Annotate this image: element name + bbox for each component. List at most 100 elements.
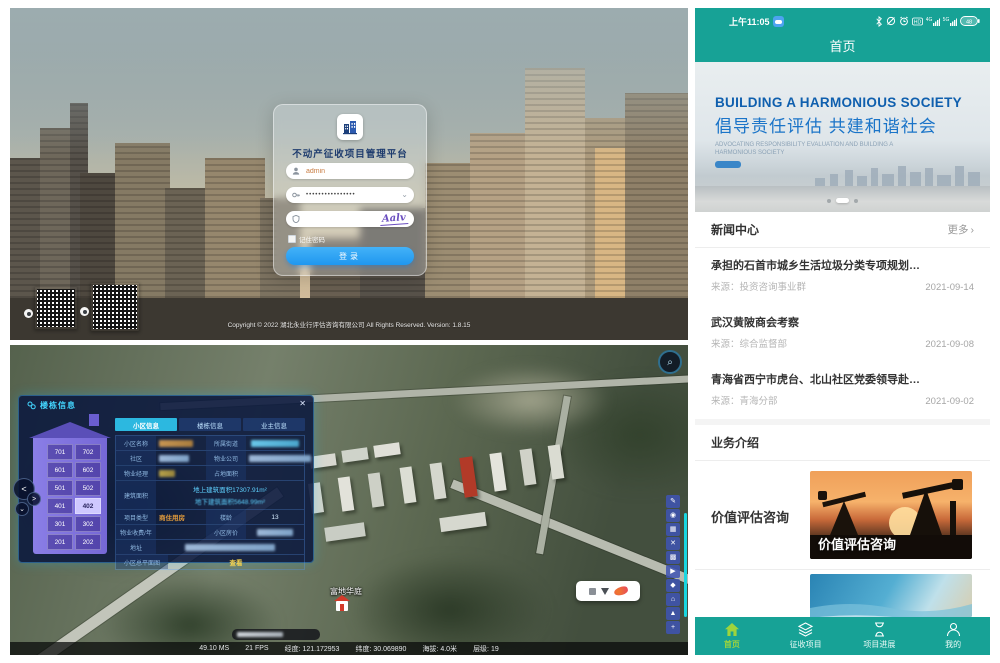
unit-cell[interactable]: 302 (75, 516, 101, 532)
tab-project-progress[interactable]: 项目进展 (843, 617, 917, 655)
field-label: 所属街道 (206, 436, 246, 450)
toolbar-locate-icon[interactable]: ◉ (666, 509, 680, 522)
unit-cell[interactable]: 701 (47, 444, 73, 460)
rotate-right-button[interactable]: > (27, 492, 41, 506)
status-zoom-level: 层级: 19 (473, 644, 499, 654)
rotate-down-button[interactable]: ⌄ (15, 502, 29, 516)
news-item[interactable]: 青海省西宁市虎台、北山社区党委领导赴… 来源：青海分部 2021-09-02 (695, 362, 990, 420)
unit-cell[interactable]: 602 (75, 462, 101, 478)
android-icon (24, 309, 33, 318)
toolbar-clear-icon[interactable]: ✕ (666, 537, 680, 550)
user-icon (292, 167, 300, 175)
news-item[interactable]: 武汉黄陂商会考察 来源：综合监督部 2021-09-08 (695, 305, 990, 363)
house-marker-icon[interactable] (336, 601, 348, 611)
password-field-wrap: ⌄ (286, 187, 414, 203)
tab-building-info[interactable]: 楼栋信息 (179, 418, 241, 431)
map-building-block (430, 462, 447, 499)
carousel-dot[interactable] (827, 199, 831, 203)
tab-expropriation-projects[interactable]: 征收项目 (769, 617, 843, 655)
toolbar-home-icon[interactable]: ⌂ (666, 593, 680, 606)
info-table: 小区名称 所属街道 社区 物业公司 物业经理 占地面积 (115, 435, 305, 570)
news-date: 2021-09-14 (925, 282, 974, 293)
toolbar-grid-icon[interactable]: ▩ (666, 551, 680, 564)
toolbar-zoom-in-icon[interactable]: + (666, 621, 680, 634)
captcha-image[interactable]: Aalv (380, 213, 409, 226)
unit-cell[interactable]: 201 (47, 534, 73, 550)
carousel-dot[interactable] (854, 199, 858, 203)
field-label: 占地面积 (206, 466, 246, 480)
status-fps: 21 FPS (245, 645, 268, 652)
battery-icon: 48 (960, 16, 980, 26)
info-tabs: 小区信息 楼栋信息 业主信息 (115, 418, 305, 431)
login-button[interactable]: 登录 (286, 247, 414, 265)
unit-cell-selected[interactable]: 402 (75, 498, 101, 514)
login-card: 不动产征收项目管理平台 ⌄ Aalv (273, 104, 427, 276)
mobile-app: 上午11:05 HD (695, 8, 990, 655)
remember-checkbox[interactable] (288, 235, 296, 243)
unit-cell[interactable]: 501 (47, 480, 73, 496)
carousel-dot-active[interactable] (836, 198, 849, 203)
field-value-redacted (246, 525, 304, 539)
toolbar-fly-icon[interactable]: ▶ (666, 565, 680, 578)
business-item[interactable]: 价值评估咨询 价值评估咨询 (695, 461, 990, 570)
banner-subheading: ADVOCATING RESPONSIBILITY EVALUATION AND… (715, 141, 925, 157)
page-title: 首页 (695, 36, 990, 55)
map-3d-view[interactable]: ⌕ ✎ ◉ ▦ ✕ ▩ ▶ ◆ ⌂ ▲ + 楼栋信息 ✕ (10, 345, 688, 655)
field-value-redacted (156, 466, 206, 480)
captcha-input[interactable] (304, 215, 380, 224)
toolbar-layers-icon[interactable]: ▦ (666, 523, 680, 536)
hourglass-icon (873, 622, 886, 637)
map-search-button[interactable]: ⌕ (658, 350, 682, 374)
app-logo-icon (337, 114, 363, 140)
build-area-above: 地上建筑面积17307.91m² (193, 484, 267, 494)
banner-button[interactable] (715, 161, 741, 168)
carousel-dots (695, 198, 990, 203)
username-input[interactable] (304, 167, 408, 176)
field-label: 物业公司 (206, 451, 246, 465)
business-image-caption: 价值评估咨询 (818, 534, 896, 553)
unit-cell[interactable]: 702 (75, 444, 101, 460)
unit-cell[interactable]: 601 (47, 462, 73, 478)
building-diagram: 701 702 601 602 501 502 401 402 301 302 … (33, 422, 107, 554)
building-info-panel: 楼栋信息 ✕ 701 702 601 602 501 502 401 402 (18, 395, 314, 563)
map-building-block (368, 472, 385, 507)
build-area-below: 地下建筑面积5648.99m² (195, 496, 265, 506)
map-status-bar: 49.10 MS 21 FPS 经度: 121.172953 纬度: 30.06… (10, 642, 688, 655)
unit-cell[interactable]: 502 (75, 480, 101, 496)
toolbar-measure-icon[interactable]: ✎ (666, 495, 680, 508)
toolbar-north-icon[interactable]: ▲ (666, 607, 680, 620)
app-header: 上午11:05 HD (695, 8, 990, 62)
password-input[interactable] (304, 191, 401, 199)
map-scrollbar[interactable] (684, 513, 687, 617)
news-item[interactable]: 承担的石首市城乡生活垃圾分类专项规划… 来源：投资咨询事业群 2021-09-1… (695, 248, 990, 306)
view-plan-link[interactable]: 查看 (230, 557, 243, 567)
tab-community-info[interactable]: 小区信息 (115, 418, 177, 431)
field-label: 社区 (116, 451, 156, 465)
copyright-text: Copyright © 2022 湖北永业行评估咨询有限公司 All Right… (10, 319, 688, 329)
banner-heading-en: BUILDING A HARMONIOUS SOCIETY (715, 95, 962, 110)
field-label: 项目类型 (116, 510, 156, 524)
tab-owner-info[interactable]: 业主信息 (243, 418, 305, 431)
map-marker-cluster[interactable] (576, 581, 640, 601)
map-building-block (439, 512, 487, 532)
building-body: 701 702 601 602 501 502 401 402 301 302 … (33, 438, 107, 554)
toolbar-mark-icon[interactable]: ◆ (666, 579, 680, 592)
banner-carousel[interactable]: BUILDING A HARMONIOUS SOCIETY 倡导责任评估 共建和… (695, 62, 990, 212)
tab-mine[interactable]: 我的 (916, 617, 990, 655)
unit-cell[interactable]: 202 (75, 534, 101, 550)
building-roof (29, 422, 111, 438)
business-section-header: 业务介绍 (695, 425, 990, 461)
field-label: 小区总平面图 (116, 555, 168, 569)
unit-cell[interactable]: 401 (47, 498, 73, 514)
show-password-icon[interactable]: ⌄ (401, 191, 408, 199)
news-date: 2021-09-08 (925, 339, 974, 350)
status-icons: HD 4G 5G 48 (875, 16, 980, 27)
unit-cell[interactable]: 301 (47, 516, 73, 532)
close-icon[interactable]: ✕ (299, 399, 306, 408)
tab-home[interactable]: 首页 (695, 617, 769, 655)
news-title: 承担的石首市城乡生活垃圾分类专项规划… (711, 257, 974, 273)
news-source: 来源：投资咨询事业群 (711, 279, 806, 293)
field-value-empty (156, 525, 206, 539)
news-more-link[interactable]: 更多› (948, 222, 975, 237)
news-source: 来源：综合监督部 (711, 336, 787, 350)
